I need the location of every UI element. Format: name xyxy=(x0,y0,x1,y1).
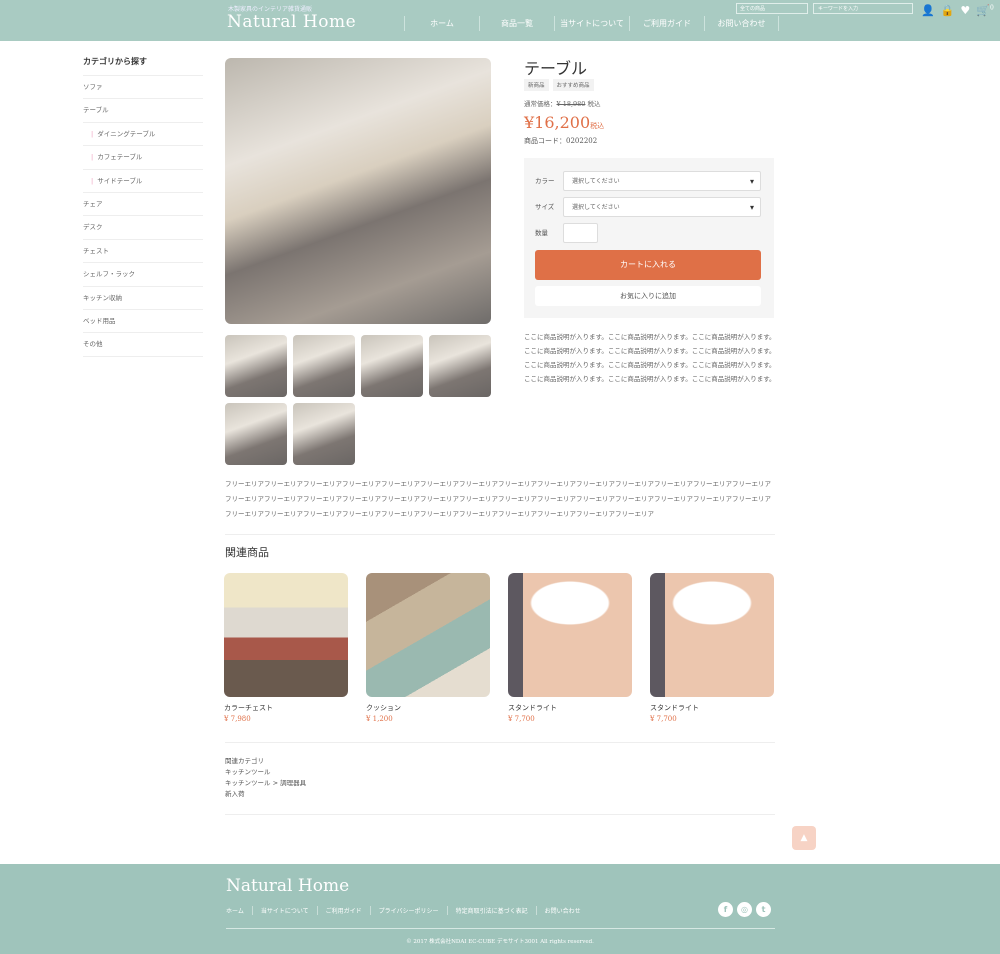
footer-link[interactable]: お問い合わせ xyxy=(535,906,589,915)
thumbnail[interactable] xyxy=(361,335,423,397)
footer-logo[interactable]: Natural Home xyxy=(226,876,349,896)
category-link[interactable]: キッチンツール > 調理器具 xyxy=(225,778,775,789)
regular-price: 通常価格：¥ 18,980 税込 xyxy=(524,98,601,108)
related-product-card[interactable]: クッション ¥ 1,200 xyxy=(366,573,490,723)
nav-home[interactable]: ホーム xyxy=(404,16,479,31)
code-value: 0202202 xyxy=(566,137,598,145)
site-header: 木製家具のインテリア雑貨通販 Natural Home ホーム 商品一覧 当サイ… xyxy=(0,0,1000,41)
category-select[interactable]: 全ての商品 xyxy=(736,3,808,14)
related-title: 関連商品 xyxy=(225,546,269,559)
thumbnail[interactable] xyxy=(225,403,287,465)
add-to-cart-form: カラー 選択してください サイズ 選択してください 数量 カートに入れる お気に… xyxy=(524,158,774,318)
product-price: ¥ 1,200 xyxy=(366,715,393,723)
twitter-icon[interactable]: t xyxy=(756,902,771,917)
footer-link[interactable]: 当サイトについて xyxy=(251,906,317,915)
nav-products[interactable]: 商品一覧 xyxy=(479,16,554,31)
main-product-image xyxy=(225,58,491,324)
footer-divider xyxy=(226,928,775,929)
sidebar-category-item[interactable]: チェスト xyxy=(83,240,203,264)
product-image[interactable] xyxy=(508,573,632,697)
global-nav: ホーム 商品一覧 当サイトについて ご利用ガイド お問い合わせ xyxy=(404,16,779,31)
sidebar-title: カテゴリから探す xyxy=(83,56,203,76)
sidebar-category-item[interactable]: ベッド用品 xyxy=(83,310,203,334)
instagram-icon[interactable]: ◎ xyxy=(737,902,752,917)
add-to-cart-button[interactable]: カートに入れる xyxy=(535,250,761,280)
thumbnail[interactable] xyxy=(293,335,355,397)
sidebar-category-item[interactable]: サイドテーブル xyxy=(83,170,203,193)
lock-icon[interactable]: 🔒 xyxy=(941,4,955,17)
related-product-card[interactable]: スタンドライト ¥ 7,700 xyxy=(650,573,774,723)
product-name[interactable]: カラーチェスト xyxy=(224,703,348,713)
copyright: © 2017 株式会社NDAI EC-CUBE デモサイト3001 All ri… xyxy=(406,939,594,945)
regular-price-value: ¥ 18,980 xyxy=(556,100,586,108)
related-product-card[interactable]: カラーチェスト ¥ 7,980 xyxy=(224,573,348,723)
thumbnail[interactable] xyxy=(293,403,355,465)
footer-link[interactable]: 特定商取引法に基づく表記 xyxy=(446,906,536,915)
color-label: カラー xyxy=(535,177,555,185)
site-footer: Natural Home ホーム 当サイトについて ご利用ガイド プライバシーポ… xyxy=(0,864,1000,954)
sidebar-category-item[interactable]: ソファ xyxy=(83,76,203,100)
quantity-label: 数量 xyxy=(535,229,548,237)
size-select[interactable]: 選択してください xyxy=(563,197,761,217)
sidebar-category-item[interactable]: デスク xyxy=(83,216,203,240)
product-image[interactable] xyxy=(224,573,348,697)
cart-icon[interactable]: 🛒0 xyxy=(976,4,994,17)
product-description: ここに商品説明が入ります。ここに商品説明が入ります。ここに商品説明が入ります。こ… xyxy=(524,333,776,383)
category-sidebar: カテゴリから探す ソファテーブルダイニングテーブルカフェテーブルサイドテーブルチ… xyxy=(83,56,203,357)
price-value: ¥16,200 xyxy=(524,113,591,132)
product-price: ¥ 7,980 xyxy=(224,715,251,723)
thumbnail[interactable] xyxy=(429,335,491,397)
cart-count: 0 xyxy=(989,4,994,12)
sidebar-category-item[interactable]: その他 xyxy=(83,333,203,357)
nav-about[interactable]: 当サイトについて xyxy=(554,16,629,31)
footer-link[interactable]: ご利用ガイド xyxy=(316,906,370,915)
badge-recommended: おすすめ商品 xyxy=(552,79,594,91)
code-label: 商品コード： xyxy=(524,137,566,145)
related-product-card[interactable]: スタンドライト ¥ 7,700 xyxy=(508,573,632,723)
sidebar-category-item[interactable]: ダイニングテーブル xyxy=(83,123,203,147)
footer-link[interactable]: プライバシーポリシー xyxy=(369,906,447,915)
nav-guide[interactable]: ご利用ガイド xyxy=(629,16,704,31)
product-name[interactable]: クッション xyxy=(366,703,490,713)
product-price: ¥ 7,700 xyxy=(508,715,535,723)
keyword-search-input[interactable]: キーワードを入力 xyxy=(813,3,913,14)
facebook-icon[interactable]: f xyxy=(718,902,733,917)
sidebar-category-item[interactable]: シェルフ・ラック xyxy=(83,263,203,287)
user-icon[interactable]: 👤 xyxy=(921,4,935,17)
add-to-favorites-button[interactable]: お気に入りに追加 xyxy=(535,286,761,306)
category-link[interactable]: 新入荷 xyxy=(225,789,775,800)
tax-label: 税込 xyxy=(590,122,605,130)
sidebar-category-item[interactable]: テーブル xyxy=(83,99,203,123)
sidebar-category-item[interactable]: チェア xyxy=(83,193,203,217)
category-link[interactable]: キッチンツール xyxy=(225,767,775,778)
product-image[interactable] xyxy=(650,573,774,697)
sale-price: ¥16,200税込 xyxy=(524,113,604,132)
footer-link[interactable]: ホーム xyxy=(226,906,252,915)
regular-price-label: 通常価格： xyxy=(524,100,557,108)
site-logo[interactable]: Natural Home xyxy=(227,12,356,32)
badge-new: 新商品 xyxy=(524,79,549,91)
product-name[interactable]: スタンドライト xyxy=(650,703,774,713)
thumbnail[interactable] xyxy=(225,335,287,397)
related-products: カラーチェスト ¥ 7,980 クッション ¥ 1,200 スタンドライト ¥ 7,7… xyxy=(224,573,774,723)
color-select[interactable]: 選択してください xyxy=(563,171,761,191)
product-name[interactable]: スタンドライト xyxy=(508,703,632,713)
thumbnail-list xyxy=(225,335,495,465)
heart-icon[interactable]: ♥ xyxy=(960,4,970,17)
related-categories-label: 関連カテゴリ xyxy=(225,757,264,765)
quantity-input[interactable] xyxy=(563,223,598,243)
footer-nav: ホーム 当サイトについて ご利用ガイド プライバシーポリシー 特定商取引法に基づ… xyxy=(226,906,589,915)
back-to-top-button[interactable]: ▲ xyxy=(792,826,816,850)
free-area: フリーエリアフリーエリアフリーエリアフリーエリアフリーエリアフリーエリアフリーエ… xyxy=(225,477,775,535)
related-categories: 関連カテゴリ キッチンツール キッチンツール > 調理器具 新入荷 xyxy=(225,742,775,815)
sidebar-category-item[interactable]: キッチン収納 xyxy=(83,287,203,310)
nav-contact[interactable]: お問い合わせ xyxy=(704,16,779,31)
product-title: テーブル xyxy=(524,59,588,78)
size-label: サイズ xyxy=(535,203,555,211)
product-price: ¥ 7,700 xyxy=(650,715,677,723)
product-code: 商品コード：0202202 xyxy=(524,136,597,146)
product-image[interactable] xyxy=(366,573,490,697)
sidebar-category-item[interactable]: カフェテーブル xyxy=(83,146,203,170)
tax-label: 税込 xyxy=(587,100,601,108)
